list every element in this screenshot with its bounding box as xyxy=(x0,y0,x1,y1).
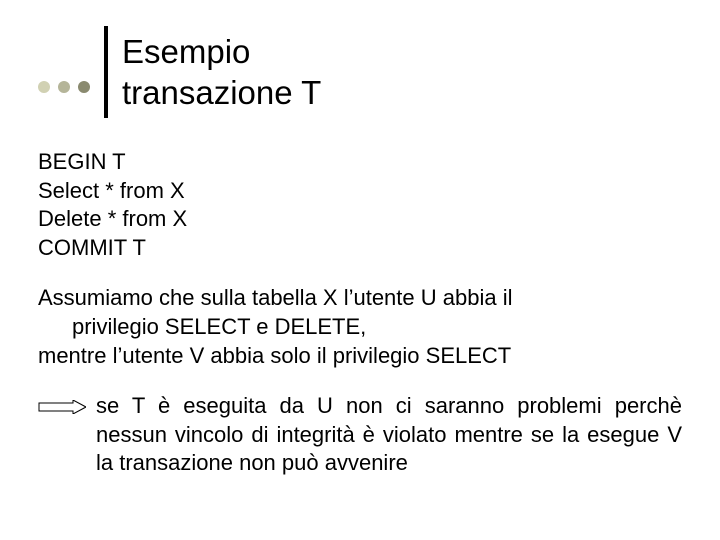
decoration-dots xyxy=(38,81,90,93)
result-line-1: se T è eseguita da U non ci saranno prob… xyxy=(96,393,602,418)
assumption-text: Assumiamo che sulla tabella X l’utente U… xyxy=(38,285,512,310)
arrow-right-icon xyxy=(38,400,86,414)
title-line-2: transazione T xyxy=(122,72,321,113)
code-block: BEGIN T Select * from X Delete * from X … xyxy=(38,148,682,262)
code-line: COMMIT T xyxy=(38,234,682,263)
assumption-line: mentre l’utente V abbia solo il privileg… xyxy=(38,342,682,371)
assumption-paragraph: Assumiamo che sulla tabella X l’utente U… xyxy=(38,284,682,370)
slide-title: Esempio transazione T xyxy=(122,31,321,114)
dot-icon xyxy=(38,81,50,93)
code-line: Select * from X xyxy=(38,177,682,206)
result-paragraph: se T è eseguita da U non ci saranno prob… xyxy=(38,392,682,478)
slide-content: BEGIN T Select * from X Delete * from X … xyxy=(38,148,682,500)
slide: Esempio transazione T BEGIN T Select * f… xyxy=(0,0,720,540)
assumption-text: privilegio SELECT e DELETE, xyxy=(38,313,682,342)
title-line-1: Esempio xyxy=(122,31,321,72)
dot-icon xyxy=(58,81,70,93)
result-text: se T è eseguita da U non ci saranno prob… xyxy=(96,392,682,478)
assumption-line: Assumiamo che sulla tabella X l’utente U… xyxy=(38,284,682,341)
slide-header: Esempio transazione T xyxy=(38,26,321,118)
vertical-divider xyxy=(104,26,108,118)
code-line: BEGIN T xyxy=(38,148,682,177)
dot-icon xyxy=(78,81,90,93)
code-line: Delete * from X xyxy=(38,205,682,234)
